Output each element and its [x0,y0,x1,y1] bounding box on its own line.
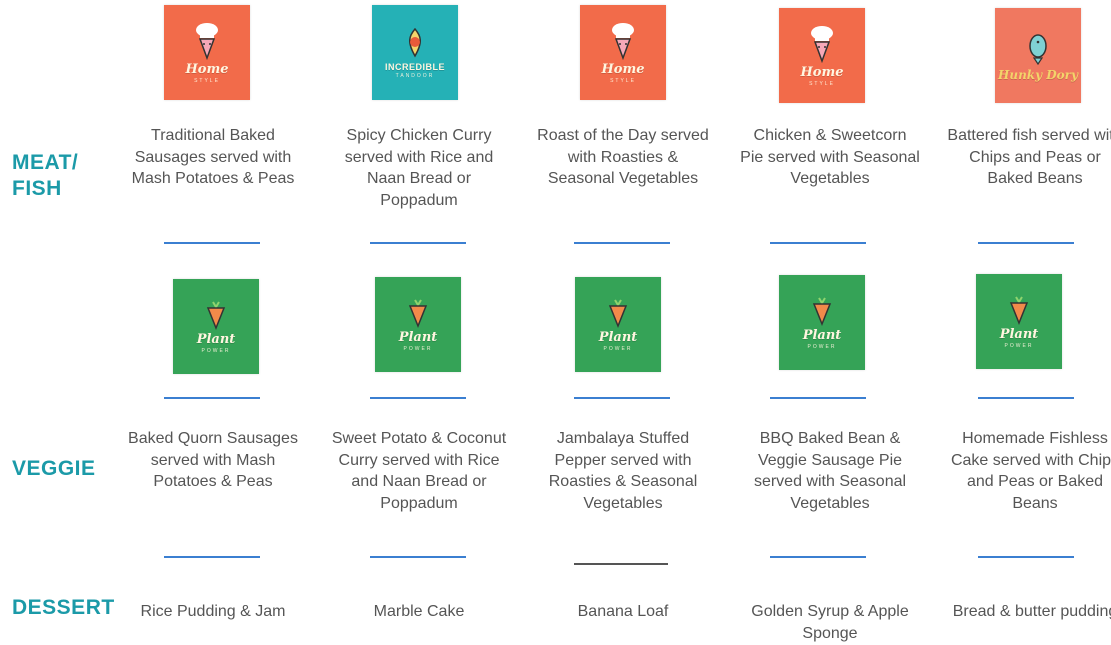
carrot-icon [206,300,226,330]
carrot-icon [812,296,832,326]
home-style-logo: Home STYLE [779,8,865,103]
logo-sub-text: TANDOOR [395,73,435,79]
dessert-item-2: Marble Cake [373,603,465,620]
veggie-dish-3: Jambalaya Stuffed Pepper served with Roa… [548,430,698,512]
divider [370,397,466,399]
chef-carrot-icon [811,25,833,63]
logo-brand-text: Hunky Dory [998,67,1078,82]
logo-brand-text: Plant [196,331,236,347]
meat-dish-5: Battered fish served with Chips and Peas… [947,127,1111,188]
divider [978,397,1074,399]
divider [978,556,1074,558]
veggie-dish-2: Sweet Potato & Coconut Curry served with… [331,430,507,512]
divider [574,397,670,399]
home-style-logo: Home STYLE [164,5,250,100]
logo-brand-text: INCREDIBLE [384,62,445,72]
dessert-item-5: Bread & butter pudding [952,603,1111,620]
plant-power-logo: Plant POWER [375,277,461,372]
row-label-fish: FISH [12,177,62,200]
fish-icon [1029,33,1047,65]
logo-sub-text: POWER [807,343,837,350]
divider [370,556,466,558]
meat-dish-1: Traditional Baked Sausages served with M… [131,127,295,188]
logo-sub-text: STYLE [809,80,835,87]
row-label-meat: MEAT/ [12,151,79,174]
plant-power-logo: Plant POWER [173,279,259,374]
logo-sub-text: POWER [403,345,433,352]
flame-pot-icon [409,27,421,58]
veggie-dish-1: Baked Quorn Sausages served with Mash Po… [128,430,298,491]
carrot-icon [408,298,428,328]
divider [770,397,866,399]
home-style-logo: Home STYLE [580,5,666,100]
plant-power-logo: Plant POWER [976,274,1062,369]
meat-dish-3: Roast of the Day served with Roasties & … [537,127,709,188]
divider [574,242,670,244]
divider [164,556,260,558]
logo-brand-text: Plant [999,326,1039,342]
logo-brand-text: Plant [598,329,638,345]
divider [164,242,260,244]
dessert-item-1: Rice Pudding & Jam [140,603,286,620]
underline [574,563,668,565]
veggie-dish-5: Homemade Fishless Cake served with Chips… [950,430,1111,512]
plant-power-logo: Plant POWER [779,275,865,370]
logo-sub-text: POWER [603,345,633,352]
divider [770,242,866,244]
meat-dish-2: Spicy Chicken Curry served with Rice and… [344,127,494,209]
incredible-tandoor-logo: INCREDIBLE TANDOOR [372,5,458,100]
meat-dish-4: Chicken & Sweetcorn Pie served with Seas… [740,127,920,188]
row-label-dessert: DESSERT [12,596,115,619]
row-label-meat-fish: MEAT/ FISH [12,150,78,202]
logo-brand-text: Home [185,61,229,77]
plant-power-logo: Plant POWER [575,277,661,372]
hunky-dory-logo: Hunky Dory [995,8,1081,103]
logo-brand-text: Plant [802,327,842,343]
chef-carrot-icon [612,22,634,60]
logo-sub-text: POWER [201,347,231,354]
logo-brand-text: Home [601,61,645,77]
logo-brand-text: Home [800,64,844,80]
divider [164,397,260,399]
logo-sub-text: STYLE [610,77,636,84]
carrot-icon [1009,295,1029,325]
divider [370,242,466,244]
dessert-item-4: Golden Syrup & Apple Sponge [751,603,909,642]
logo-sub-text: POWER [1004,342,1034,349]
logo-brand-text: Plant [398,329,438,345]
chef-carrot-icon [196,22,218,60]
divider [978,242,1074,244]
divider [770,556,866,558]
carrot-icon [608,298,628,328]
row-label-veggie: VEGGIE [12,457,96,480]
logo-sub-text: STYLE [194,77,220,84]
dessert-item-3: Banana Loaf [577,603,669,620]
veggie-dish-4: BBQ Baked Bean & Veggie Sausage Pie serv… [753,430,907,512]
